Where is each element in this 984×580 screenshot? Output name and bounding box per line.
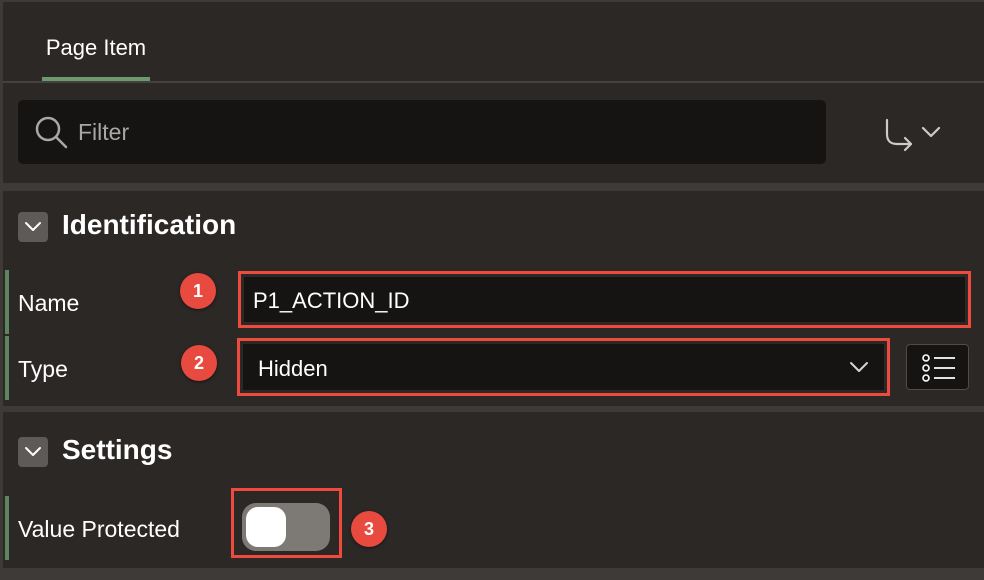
go-to-group-icon[interactable] (877, 116, 945, 152)
callout-badge-3: 3 (351, 511, 387, 547)
collapse-chevron-icon (25, 222, 41, 231)
settings-section-header[interactable]: Settings (3, 416, 984, 486)
type-select[interactable]: Hidden (243, 344, 884, 390)
value-protected-property-row: Value Protected (3, 496, 984, 560)
section-title-settings: Settings (62, 434, 173, 465)
bottom-divider (3, 568, 984, 580)
filter-input[interactable] (78, 100, 818, 164)
tab-bar: Page Item (3, 2, 984, 82)
collapse-chevron-icon (25, 447, 41, 456)
name-field[interactable]: P1_ACTION_ID (244, 277, 965, 322)
filter-toolbar (3, 83, 984, 183)
list-of-values-button[interactable] (906, 344, 969, 390)
type-label: Type (18, 356, 68, 382)
type-select-value: Hidden (258, 356, 328, 381)
toolbar-divider (3, 183, 984, 191)
chevron-down-icon (850, 362, 868, 372)
collapse-settings-button[interactable] (18, 437, 48, 467)
identification-section-header[interactable]: Identification (3, 191, 984, 261)
value-protected-label: Value Protected (18, 516, 180, 542)
value-protected-toggle[interactable] (242, 503, 330, 551)
list-view-icon (922, 354, 955, 382)
required-indicator (5, 496, 9, 560)
callout-badge-2: 2 (181, 345, 217, 381)
required-indicator (5, 270, 9, 334)
collapse-identification-button[interactable] (18, 212, 48, 242)
toggle-knob (246, 507, 286, 547)
required-indicator (5, 336, 9, 400)
tab-page-item[interactable]: Page Item (42, 2, 150, 82)
callout-badge-1: 1 (180, 273, 216, 309)
section-title-identification: Identification (62, 209, 237, 240)
search-icon (35, 116, 68, 149)
name-label: Name (18, 290, 80, 316)
filter-box[interactable] (18, 100, 826, 164)
section-divider (3, 406, 984, 412)
